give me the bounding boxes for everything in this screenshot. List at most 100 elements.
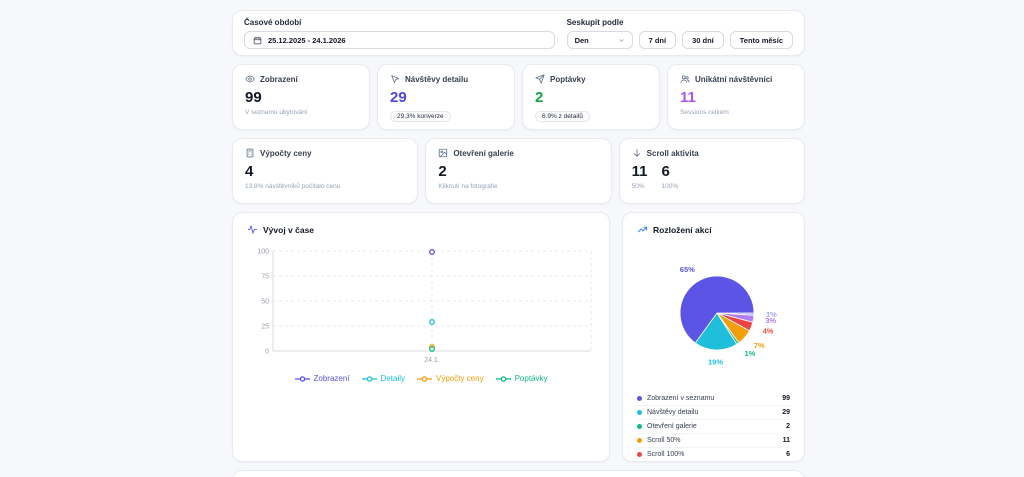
date-range-group: Časové období 25.12.2025 - 24.1.2026: [244, 18, 555, 49]
stat-value: 2: [535, 89, 544, 106]
filter-controls: Den 7 dní 30 dní Tento měsíc: [566, 31, 793, 49]
svg-text:75: 75: [261, 274, 269, 281]
legend-dot: [637, 396, 642, 401]
stat-label: Návštěvy detailu: [405, 74, 469, 84]
stat-value: 2: [438, 163, 447, 180]
stats-row-2: Výpočty ceny 4 13.8% návštěvníků počítal…: [232, 138, 805, 204]
image-icon: [438, 148, 448, 158]
stat-label: Scroll aktivita: [646, 148, 699, 158]
line-chart-legend: Zobrazení Detaily Výpočty ceny Poptávky: [247, 374, 595, 383]
users-icon: [680, 74, 690, 84]
stat-value: 11: [631, 163, 648, 180]
stat-subtitle: Kliknutí na fotografie: [438, 183, 498, 190]
quick-range-month-button[interactable]: Tento měsíc: [729, 31, 793, 49]
data-point-Zobrazení: [429, 249, 435, 255]
svg-text:24.1.: 24.1.: [424, 357, 440, 364]
svg-text:25: 25: [261, 324, 269, 331]
stat-subtitle: Sessions celkem: [680, 109, 729, 116]
legend-label: Výpočty ceny: [436, 374, 484, 383]
scroll-100-stat: 6 100%: [662, 164, 679, 190]
cursor-click-icon: [390, 74, 400, 84]
pie-legend-row: Návštěvy detailu 29: [637, 406, 790, 420]
legend-value: 2: [786, 423, 790, 430]
legend-value: 29: [782, 409, 790, 416]
detail-rate-badge: 6.9% z detailů: [535, 111, 590, 122]
legend-item[interactable]: Detaily: [361, 374, 405, 383]
legend-value: 6: [786, 451, 790, 458]
stat-value: 29: [390, 89, 407, 106]
scroll-50-stat: 11 50%: [632, 164, 648, 190]
stat-value: 6: [661, 163, 670, 180]
pie-chart: 1%3%4%7%1%19%65%: [679, 265, 777, 367]
stat-label: Otevření galerie: [453, 148, 514, 158]
legend-label: Scroll 100%: [647, 451, 685, 458]
pie-slice-label: 3%: [765, 316, 776, 325]
svg-text:100: 100: [257, 249, 269, 256]
pie-slice-label: 1%: [745, 349, 756, 358]
svg-text:0: 0: [265, 349, 269, 356]
stat-card-inquiries: Poptávky 2 6.9% z detailů: [522, 64, 660, 130]
svg-text:50: 50: [261, 299, 269, 306]
stat-card-unique-visitors: Unikátní návštěvníci 11 Sessions celkem: [667, 64, 805, 130]
pie-slice-label: 7%: [754, 341, 765, 350]
legend-dot: [637, 424, 642, 429]
analytics-dashboard: Časové období 25.12.2025 - 24.1.2026 Ses…: [0, 0, 1024, 477]
activity-icon: [247, 224, 258, 235]
stat-label: Poptávky: [550, 74, 586, 84]
legend-label: Poptávky: [514, 374, 548, 383]
stat-subtitle: 50%: [631, 183, 645, 190]
arrow-down-icon: [632, 148, 642, 158]
charts-row: Vývoj v čase 0 25 50 75 100 24.1. Zobrazení De…: [232, 212, 805, 462]
dashboard-content: Časové období 25.12.2025 - 24.1.2026 Ses…: [232, 10, 805, 477]
line-chart: 0 25 50 75 100 24.1.: [257, 249, 592, 364]
stat-card-gallery-opens: Otevření galerie 2 Kliknutí na fotografi…: [425, 138, 612, 204]
legend-dot: [637, 410, 642, 415]
quick-range-30d-button[interactable]: 30 dní: [682, 31, 724, 49]
legend-label: Návštěvy detailu: [647, 409, 699, 416]
date-range-label: Časové období: [244, 18, 302, 27]
stat-card-price-calculations: Výpočty ceny 4 13.8% návštěvníků počítal…: [232, 138, 419, 204]
pie-slice-label: 65%: [680, 265, 695, 274]
stat-value: 4: [245, 163, 254, 180]
group-by-label: Seskupit podle: [566, 18, 624, 27]
eye-icon: [245, 74, 255, 84]
date-range-input[interactable]: 25.12.2025 - 24.1.2026: [244, 31, 555, 49]
legend-label: Detaily: [380, 374, 405, 383]
quick-range-7d-button[interactable]: 7 dní: [638, 31, 677, 49]
chart-title: Rozložení akcí: [653, 224, 712, 235]
pie-legend-row: Otevření galerie 2: [637, 420, 790, 434]
pie-slice-label: 19%: [708, 358, 723, 367]
stat-label: Zobrazení: [260, 74, 298, 84]
legend-item[interactable]: Výpočty ceny: [417, 374, 484, 383]
legend-item[interactable]: Zobrazení: [294, 374, 350, 383]
stat-subtitle: 100%: [661, 183, 679, 190]
stat-value: 11: [680, 89, 696, 106]
stats-row-1: Zobrazení 99 V seznamu ubytování Návštěv…: [232, 64, 805, 130]
date-range-value: 25.12.2025 - 24.1.2026: [268, 35, 346, 45]
pie-legend-row: Scroll 100% 6: [637, 448, 790, 461]
stat-subtitle: 13.8% návštěvníků počítalo cenu: [245, 183, 341, 190]
group-by-value: Den: [574, 35, 589, 45]
data-point-Poptávky: [429, 346, 435, 352]
chart-title: Vývoj v čase: [263, 224, 315, 235]
pie-legend-row: Zobrazení v seznamu 99: [637, 392, 790, 406]
group-by-group: Seskupit podle Den 7 dní 30 dní Tento mě…: [566, 18, 793, 49]
group-by-select[interactable]: Den: [566, 31, 633, 49]
conversion-badge: 29.3% konverze: [390, 111, 451, 122]
legend-item[interactable]: Poptávky: [495, 374, 548, 383]
legend-dot: [637, 438, 642, 443]
trending-up-icon: [637, 224, 648, 235]
data-point-Detaily: [429, 319, 435, 325]
legend-label: Zobrazení v seznamu: [647, 395, 715, 402]
stat-card-views: Zobrazení 99 V seznamu ubytování: [232, 64, 370, 130]
legend-label: Otevření galerie: [647, 423, 697, 430]
legend-label: Zobrazení: [313, 374, 350, 383]
stat-card-detail-visits: Návštěvy detailu 29 29.3% konverze: [377, 64, 515, 130]
pie-slice-label: 4%: [763, 327, 774, 336]
filter-bar: Časové období 25.12.2025 - 24.1.2026 Ses…: [232, 10, 805, 56]
pie-legend-row: Scroll 50% 11: [637, 434, 790, 448]
actions-pie-card: Rozložení akcí 1% 3% 4% 7% 1% 19% 65% Zobrazen…: [622, 212, 805, 462]
pie-chart-legend: Zobrazení v seznamu 99 Návštěvy detailu 29 O…: [637, 392, 790, 461]
stat-label: Výpočty ceny: [260, 148, 312, 158]
legend-value: 11: [782, 437, 790, 444]
